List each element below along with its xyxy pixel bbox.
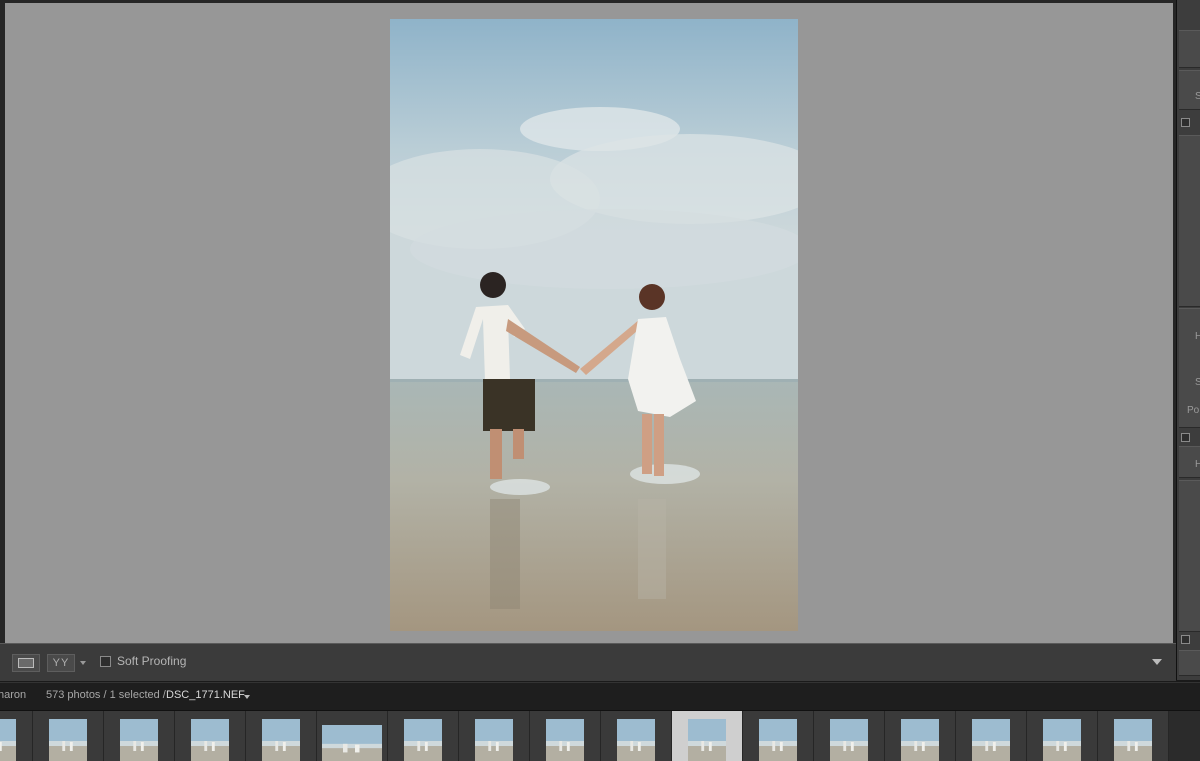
thumbnail-image [262, 719, 300, 761]
thumbnail-image [0, 719, 16, 761]
loupe-view[interactable] [5, 3, 1173, 643]
filmstrip-thumbnail[interactable] [601, 711, 672, 761]
filename-label[interactable]: DSC_1771.NEF [166, 689, 245, 701]
filmstrip-thumbnail[interactable] [175, 711, 246, 761]
filmstrip-thumbnail[interactable] [814, 711, 885, 761]
right-panel: S H S Po H [1176, 0, 1200, 680]
filmstrip-thumbnail[interactable] [246, 711, 317, 761]
filmstrip-thumbnail[interactable] [317, 711, 388, 761]
thumbnail-image [759, 719, 797, 761]
panel-fragment-s: S [1195, 91, 1200, 102]
main-photo[interactable] [390, 19, 798, 631]
thumbnail-image [322, 725, 382, 761]
filmstrip-thumbnail[interactable] [530, 711, 601, 761]
panel-section-3[interactable]: H S Po [1179, 308, 1200, 428]
source-label[interactable]: haron [0, 689, 26, 701]
panel-fragment-s2: S [1195, 377, 1200, 388]
panel-fragment-h2: H [1195, 459, 1200, 470]
chevron-down-icon[interactable] [80, 661, 86, 665]
soft-proofing-checkbox[interactable] [100, 656, 111, 667]
before-after-button[interactable]: YY [47, 654, 75, 672]
panel-section-1[interactable]: S [1179, 70, 1200, 110]
thumbnail-image [1114, 719, 1152, 761]
panel-fragment-po: Po [1187, 405, 1200, 416]
filmstrip-thumbnail[interactable] [743, 711, 814, 761]
filmstrip-info-bar: haron 573 photos / 1 selected / DSC_1771… [0, 682, 1200, 711]
thumbnail-image [830, 719, 868, 761]
filmstrip-thumbnail[interactable] [885, 711, 956, 761]
filmstrip-thumbnail[interactable] [388, 711, 459, 761]
panel-section-6[interactable] [1179, 650, 1200, 676]
thumbnail-image [546, 719, 584, 761]
filmstrip-thumbnail[interactable] [459, 711, 530, 761]
thumbnail-image [404, 719, 442, 761]
panel-fragment-h: H [1195, 331, 1200, 342]
toolbar-menu-chevron-icon[interactable] [1152, 659, 1162, 665]
filmstrip-thumbnail[interactable] [956, 711, 1027, 761]
panel-checkbox-3[interactable] [1181, 635, 1190, 644]
thumbnail-image [688, 719, 726, 761]
thumbnail-image [1043, 719, 1081, 761]
filmstrip [0, 710, 1200, 761]
thumbnail-image [901, 719, 939, 761]
panel-section-5[interactable] [1179, 480, 1200, 632]
photo-image [390, 19, 798, 631]
panel-section-4[interactable]: H [1179, 446, 1200, 478]
filmstrip-thumbnail[interactable] [104, 711, 175, 761]
thumbnail-image [972, 719, 1010, 761]
filename-dropdown-icon[interactable] [244, 695, 250, 699]
filmstrip-thumbnail[interactable] [33, 711, 104, 761]
loupe-view-button[interactable] [12, 654, 40, 672]
histogram-section[interactable] [1179, 30, 1200, 68]
thumbnail-image [49, 719, 87, 761]
panel-section-2[interactable] [1179, 135, 1200, 307]
filmstrip-thumbnail[interactable] [0, 711, 33, 761]
thumbnail-image [617, 719, 655, 761]
filmstrip-thumbnail-selected[interactable] [672, 711, 743, 761]
panel-checkbox-1[interactable] [1181, 118, 1190, 127]
thumbnail-image [191, 719, 229, 761]
panel-checkbox-2[interactable] [1181, 433, 1190, 442]
soft-proofing-label[interactable]: Soft Proofing [117, 654, 186, 668]
thumbnail-image [475, 719, 513, 761]
filmstrip-thumbnail[interactable] [1027, 711, 1098, 761]
canvas-area [0, 0, 1176, 643]
filmstrip-thumbnail[interactable] [1098, 711, 1169, 761]
thumbnail-image [120, 719, 158, 761]
photo-count: 573 photos / 1 selected / [46, 689, 166, 701]
